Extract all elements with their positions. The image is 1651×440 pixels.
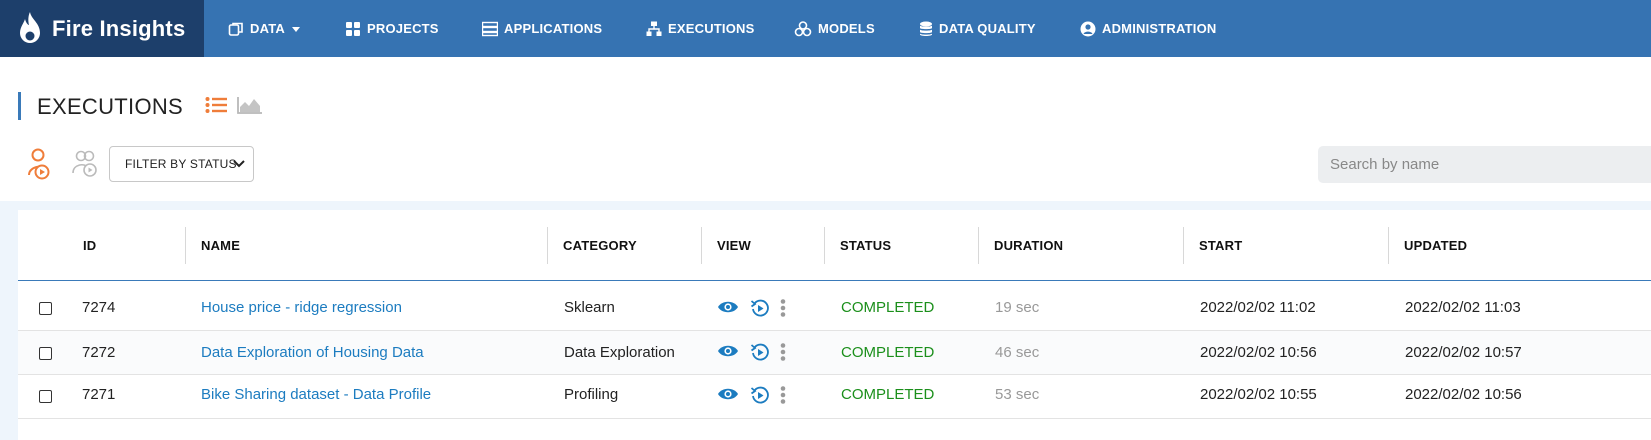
rerun-icon[interactable] [750,342,770,362]
nav-projects[interactable]: PROJECTS [345,0,439,57]
filter-by-status-dropdown[interactable]: FILTER BY STATUS [109,146,254,182]
nav-models[interactable]: MODELS [794,0,875,57]
row-updated: 2022/02/02 11:03 [1405,299,1521,316]
data-icon [228,22,243,36]
status-badge: COMPLETED [841,299,935,316]
row-start: 2022/02/02 11:02 [1200,299,1316,316]
all-users-executions-icon[interactable] [72,150,98,178]
col-header-status[interactable]: STATUS [840,238,891,253]
column-divider [1388,227,1389,264]
row-select-checkbox[interactable] [39,390,52,403]
status-badge: COMPLETED [841,344,935,361]
eye-icon[interactable] [717,387,739,401]
rerun-icon[interactable] [750,385,770,405]
row-id: 7274 [82,299,116,316]
row-updated: 2022/02/02 10:57 [1405,344,1522,361]
my-executions-icon[interactable] [26,148,52,180]
nav-administration-label: ADMINISTRATION [1102,21,1217,36]
nav-applications[interactable]: APPLICATIONS [482,0,602,57]
brand-name: Fire Insights [52,15,186,41]
nav-models-label: MODELS [818,21,875,36]
row-category: Sklearn [564,299,615,316]
chevron-down-icon [233,160,245,168]
row-category: Profiling [564,386,619,403]
rerun-icon[interactable] [750,298,770,318]
row-duration: 19 sec [995,299,1040,316]
nav-data-quality[interactable]: DATA QUALITY [919,0,1036,57]
more-options-icon[interactable] [780,299,786,317]
brand-logo[interactable]: Fire Insights [0,0,204,57]
column-divider [547,227,548,264]
row-category: Data Exploration [564,344,675,361]
row-select-checkbox[interactable] [39,302,52,315]
nav-administration[interactable]: ADMINISTRATION [1080,0,1217,57]
nav-applications-label: APPLICATIONS [504,21,603,36]
row-duration: 46 sec [995,344,1040,361]
database-icon [920,21,932,36]
more-options-icon[interactable] [780,386,786,404]
title-accent-bar [18,92,21,120]
status-badge: COMPLETED [841,386,935,403]
area-chart-icon[interactable] [237,96,263,114]
row-name-link[interactable]: Bike Sharing dataset - Data Profile [201,386,431,403]
chevron-down-icon [291,27,300,32]
flame-icon [20,11,40,43]
nav-data-quality-label: DATA QUALITY [939,21,1036,36]
server-icon [482,21,498,36]
search-input[interactable] [1318,146,1651,183]
grid-icon [346,21,360,36]
column-divider [824,227,825,264]
nav-data-label: DATA [250,21,285,36]
row-start: 2022/02/02 10:56 [1200,344,1317,361]
row-name-link[interactable]: Data Exploration of Housing Data [201,344,424,361]
col-header-duration[interactable]: DURATION [994,238,1063,253]
page-title: EXECUTIONS [37,94,184,119]
col-header-updated[interactable]: UPDATED [1404,238,1467,253]
eye-icon[interactable] [717,344,739,358]
filter-by-status-label: FILTER BY STATUS [125,157,237,171]
col-header-start[interactable]: START [1199,238,1242,253]
row-name-link[interactable]: House price - ridge regression [201,299,402,316]
row-start: 2022/02/02 10:55 [1200,386,1317,403]
nav-executions-label: EXECUTIONS [668,21,755,36]
nav-executions[interactable]: EXECUTIONS [646,0,755,57]
column-divider [1183,227,1184,264]
nav-data[interactable]: DATA [228,0,300,57]
nav-projects-label: PROJECTS [367,21,439,36]
sitemap-icon [646,21,662,36]
column-divider [701,227,702,264]
col-header-name[interactable]: NAME [201,238,240,253]
col-header-view: VIEW [717,238,752,253]
row-select-checkbox[interactable] [39,347,52,360]
col-header-category[interactable]: CATEGORY [563,238,637,253]
row-duration: 53 sec [995,386,1040,403]
row-updated: 2022/02/02 10:56 [1405,386,1522,403]
row-id: 7272 [82,344,116,361]
eye-icon[interactable] [717,300,739,314]
cubes-icon [794,20,812,36]
list-view-icon[interactable] [205,96,227,114]
row-id: 7271 [82,386,116,403]
col-header-id[interactable]: ID [83,238,96,253]
more-options-icon[interactable] [780,343,786,361]
user-circle-icon [1080,21,1096,36]
column-divider [978,227,979,264]
column-divider [185,227,186,264]
